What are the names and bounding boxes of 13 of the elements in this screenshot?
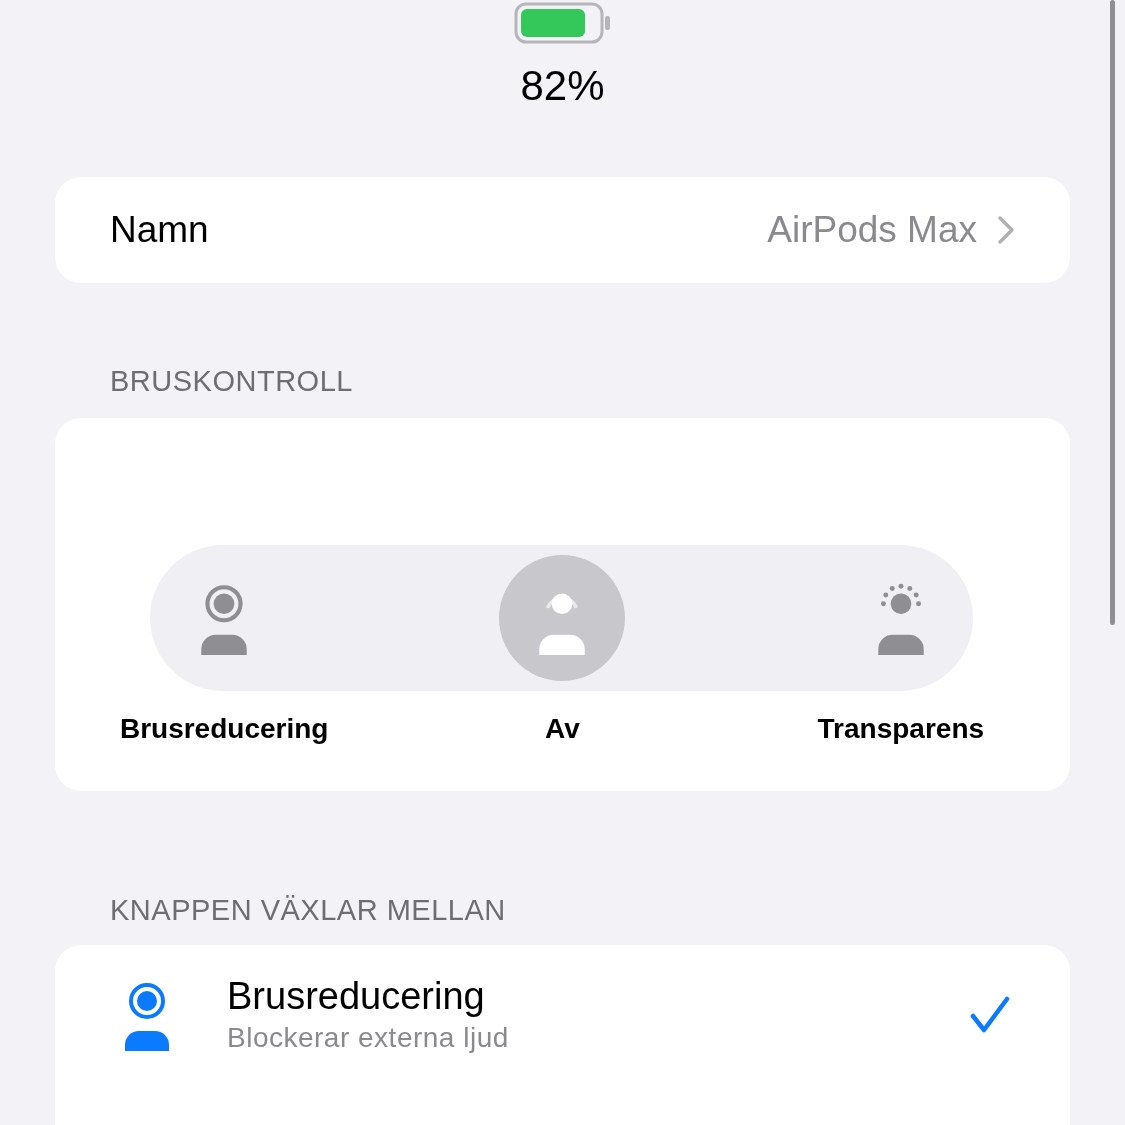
mode-label: Transparens — [817, 713, 985, 746]
mode-label: Av — [545, 713, 580, 746]
option-subtitle: Blockerar externa ljud — [227, 1022, 510, 1055]
battery-percent: 82% — [520, 62, 605, 110]
section-header: BRUSKONTROLL — [109, 365, 354, 399]
chevron-icon — [997, 215, 1015, 246]
name-value: AirPods Max — [767, 209, 977, 252]
name-row[interactable]: Namn AirPods Max — [55, 177, 1070, 284]
option-title: Brusreducering — [227, 975, 486, 1019]
mode-label: Brusreducering — [119, 713, 329, 746]
battery-icon — [513, 2, 612, 44]
section-header: KNAPPEN VÄXLAR MELLAN — [109, 893, 507, 927]
name-label: Namn — [110, 209, 210, 252]
